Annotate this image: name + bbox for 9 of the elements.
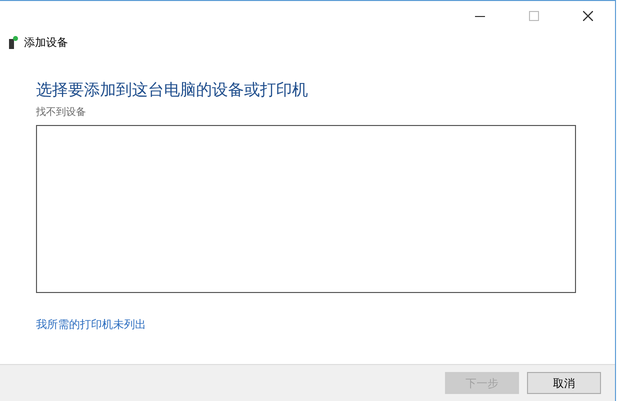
device-list[interactable] [36,125,576,293]
device-icon [9,36,18,49]
page-heading: 选择要添加到这台电脑的设备或打印机 [36,80,309,101]
window-title: 添加设备 [24,35,68,50]
maximize-icon [529,11,539,21]
status-text: 找不到设备 [36,106,87,119]
close-icon [583,11,593,21]
cancel-button[interactable]: 取消 [527,372,601,394]
printer-not-listed-link[interactable]: 我所需的打印机未列出 [36,317,146,332]
